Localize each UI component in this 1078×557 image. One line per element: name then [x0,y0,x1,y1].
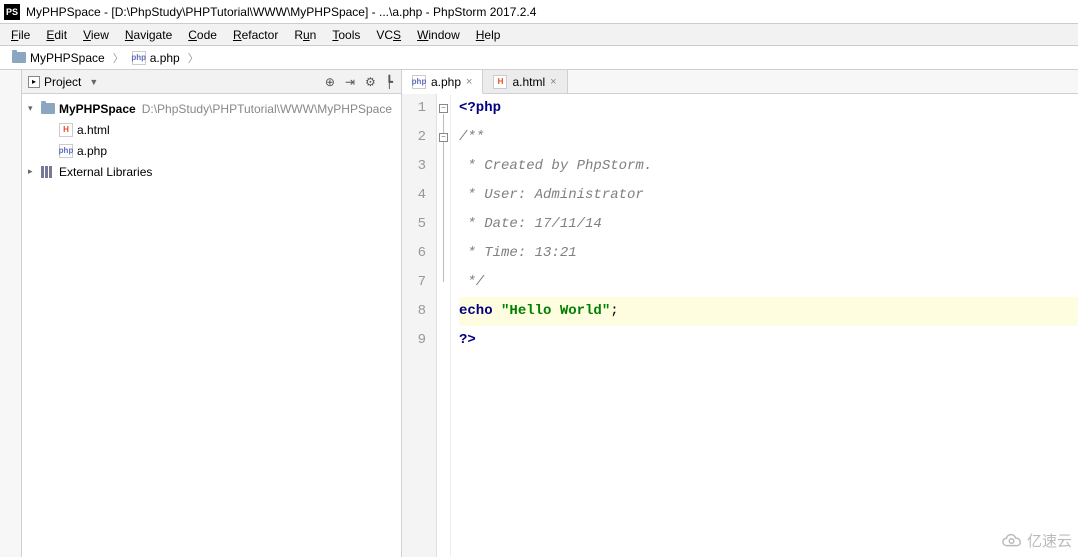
app-icon: PS [4,4,20,20]
scroll-target-icon[interactable]: ⊕ [323,74,337,90]
close-icon[interactable]: × [466,76,472,88]
menubar: File Edit View Navigate Code Refactor Ru… [0,24,1078,46]
code-token: * Date: 17/11/14 [459,216,602,232]
tree-file-html[interactable]: H a.html [22,119,401,140]
php-file-icon: php [412,75,426,89]
code-token: * User: Administrator [459,187,644,203]
breadcrumb-root[interactable]: MyPHPSpace [8,49,109,67]
breadcrumb: MyPHPSpace 〉 php a.php 〉 [0,46,1078,70]
project-view-selector-icon[interactable]: ▸ [28,76,40,88]
tree-file-php[interactable]: php a.php [22,140,401,161]
tree-file-label: a.html [77,123,110,137]
code-token: */ [459,274,484,290]
tool-window-stripe-left[interactable] [0,70,22,557]
watermark-text: 亿速云 [1027,530,1072,551]
menu-code[interactable]: Code [181,26,224,44]
watermark: 亿速云 [1001,530,1072,551]
menu-tools[interactable]: Tools [325,26,367,44]
line-number-gutter: 1 2 3 4 5 6 7 8 9 [402,94,437,557]
folder-icon [41,103,55,114]
library-icon [41,166,55,178]
code-token: <?php [459,100,501,116]
menu-help[interactable]: Help [469,26,508,44]
code-token: /** [459,129,484,145]
line-number: 4 [402,181,426,210]
tree-file-label: a.php [77,144,107,158]
php-file-icon: php [59,144,73,158]
editor: php a.php × H a.html × 1 2 3 4 5 6 7 8 9 [402,70,1078,557]
tree-external-libraries[interactable]: ▸ External Libraries [22,161,401,182]
tab-a-php[interactable]: php a.php × [402,70,483,94]
project-panel: ▸ Project ▼ ⊕ ⇥ ⚙ ┡ ▾ MyPHPSpace D:\PhpS… [22,70,402,557]
hide-panel-icon[interactable]: ┡ [384,74,395,90]
line-number: 3 [402,152,426,181]
html-file-icon: H [493,75,507,89]
project-panel-label: Project [44,75,81,89]
menu-run[interactable]: Run [287,26,323,44]
breadcrumb-file[interactable]: php a.php [128,49,184,67]
menu-refactor[interactable]: Refactor [226,26,285,44]
php-file-icon: php [132,51,146,65]
breadcrumb-file-label: a.php [150,51,180,65]
tree-root[interactable]: ▾ MyPHPSpace D:\PhpStudy\PHPTutorial\WWW… [22,98,401,119]
close-icon[interactable]: × [550,76,556,88]
line-number: 9 [402,326,426,355]
line-number: 8 [402,297,426,326]
breadcrumb-root-label: MyPHPSpace [30,51,105,65]
line-number: 2 [402,123,426,152]
editor-tabs: php a.php × H a.html × [402,70,1078,94]
menu-vcs[interactable]: VCS [369,26,408,44]
tab-label: a.php [431,75,461,89]
code-area[interactable]: 1 2 3 4 5 6 7 8 9 − − <?php /** * Create… [402,94,1078,557]
code-token: ; [610,303,618,319]
tab-a-html[interactable]: H a.html × [483,70,567,93]
chevron-right-icon: 〉 [188,50,199,66]
menu-file[interactable]: File [4,26,37,44]
code-token: * Time: 13:21 [459,245,577,261]
menu-window[interactable]: Window [410,26,467,44]
project-panel-header: ▸ Project ▼ ⊕ ⇥ ⚙ ┡ [22,70,401,94]
expand-arrow-icon[interactable]: ▾ [28,103,40,114]
tree-root-name: MyPHPSpace [59,102,136,116]
code-token: ?> [459,332,476,348]
fold-gutter: − − [437,94,451,557]
collapse-all-icon[interactable]: ⇥ [343,74,357,90]
menu-navigate[interactable]: Navigate [118,26,179,44]
tab-label: a.html [512,75,545,89]
fold-minus-icon[interactable]: − [439,104,448,113]
project-tree: ▾ MyPHPSpace D:\PhpStudy\PHPTutorial\WWW… [22,94,401,557]
line-number: 5 [402,210,426,239]
line-number: 7 [402,268,426,297]
gear-icon[interactable]: ⚙ [363,74,378,90]
main-area: ▸ Project ▼ ⊕ ⇥ ⚙ ┡ ▾ MyPHPSpace D:\PhpS… [0,70,1078,557]
code-token: * Created by PhpStorm. [459,158,652,174]
code-token: "Hello World" [501,303,610,319]
expand-arrow-icon[interactable]: ▸ [28,166,40,177]
tree-libraries-label: External Libraries [59,165,152,179]
titlebar: PS MyPHPSpace - [D:\PhpStudy\PHPTutorial… [0,0,1078,24]
folder-icon [12,52,26,63]
dropdown-icon[interactable]: ▼ [89,77,98,87]
code-content[interactable]: <?php /** * Created by PhpStorm. * User:… [451,94,1078,557]
line-number: 1 [402,94,426,123]
menu-edit[interactable]: Edit [39,26,74,44]
fold-minus-icon[interactable]: − [439,133,448,142]
code-token: echo [459,303,501,319]
chevron-right-icon: 〉 [113,50,124,66]
line-number: 6 [402,239,426,268]
menu-view[interactable]: View [76,26,116,44]
window-title: MyPHPSpace - [D:\PhpStudy\PHPTutorial\WW… [26,5,536,19]
html-file-icon: H [59,123,73,137]
cloud-icon [1001,532,1023,550]
tree-root-path: D:\PhpStudy\PHPTutorial\WWW\MyPHPSpace [142,102,392,116]
